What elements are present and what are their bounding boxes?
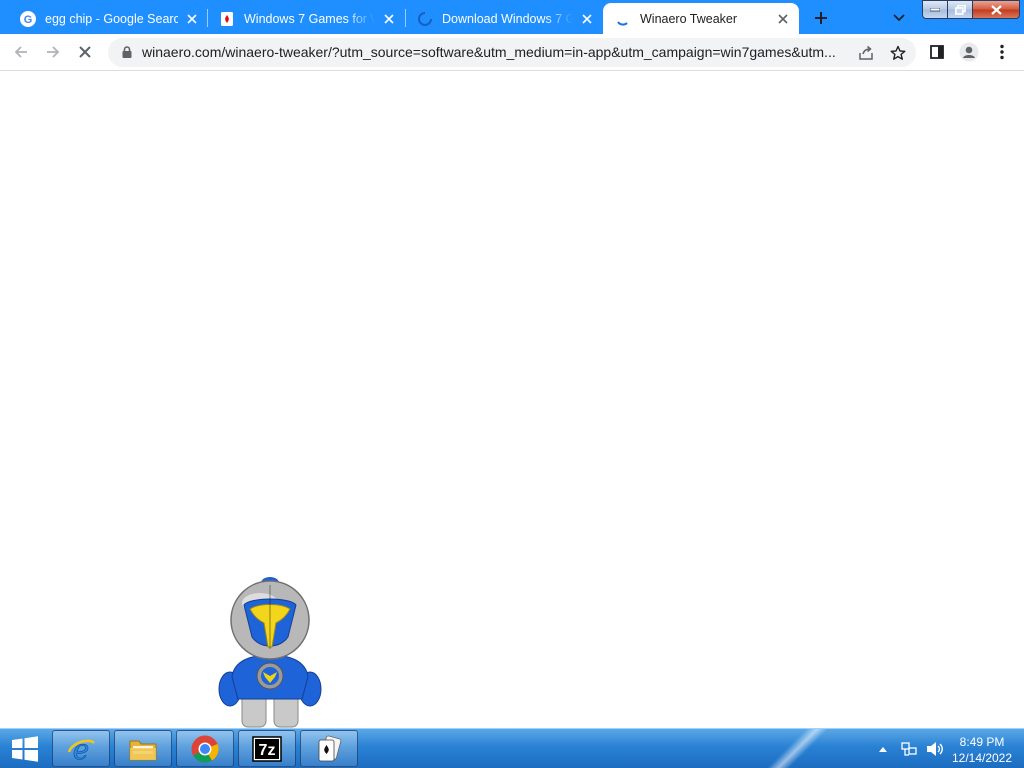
browser-toolbar: winaero.com/winaero-tweaker/?utm_source=…: [0, 34, 1024, 71]
svg-text:7z: 7z: [259, 742, 276, 759]
windows-taskbar: e 7z 8:49 PM 12/14/2022: [0, 728, 1024, 768]
close-tab-icon[interactable]: [381, 11, 397, 27]
tab-egg-chip-search[interactable]: G egg chip - Google Search: [8, 3, 208, 34]
network-icon: [901, 741, 917, 756]
stop-loading-icon: [79, 46, 91, 58]
tab-search-button[interactable]: [886, 5, 912, 31]
back-arrow-icon: [14, 46, 27, 58]
close-tab-icon[interactable]: [579, 11, 595, 27]
window-caption-buttons: [922, 0, 1020, 19]
windows-logo-icon: [12, 735, 38, 762]
tab-title: egg chip - Google Search: [45, 11, 178, 26]
volume-icon: [927, 741, 943, 756]
network-tray-icon[interactable]: [898, 738, 920, 760]
lock-icon[interactable]: [120, 45, 134, 59]
taskbar-file-explorer[interactable]: [114, 730, 172, 767]
chrome-icon: [191, 735, 219, 762]
clock-date: 12/14/2022: [951, 751, 1013, 765]
bookmark-button[interactable]: [887, 42, 909, 64]
google-icon: G: [20, 10, 36, 27]
address-bar[interactable]: winaero.com/winaero-tweaker/?utm_source=…: [108, 38, 916, 67]
side-panel-icon: [930, 45, 944, 59]
tab-download-windows7-games[interactable]: Download Windows 7 Games: [405, 3, 603, 34]
clock-time: 8:49 PM: [959, 735, 1005, 749]
minimize-icon: [930, 7, 940, 11]
profile-avatar-icon: [959, 42, 979, 62]
share-icon: [859, 45, 873, 60]
back-button[interactable]: [8, 39, 34, 65]
volume-tray-icon[interactable]: [924, 738, 946, 760]
chevron-down-icon: [893, 14, 905, 22]
taskbar-7zip[interactable]: 7z: [238, 730, 296, 767]
solitaire-icon: [318, 735, 342, 761]
taskbar-solitaire[interactable]: [300, 730, 358, 767]
loading-spinner-icon: [417, 11, 433, 27]
star-icon: [890, 45, 906, 60]
new-tab-button[interactable]: [808, 5, 834, 31]
more-vert-icon: [1000, 44, 1004, 60]
forward-arrow-icon: [47, 46, 60, 58]
close-tab-icon[interactable]: [775, 11, 791, 27]
start-button[interactable]: [0, 729, 50, 768]
side-panel-button[interactable]: [924, 39, 950, 65]
tab-winaero-tweaker[interactable]: Winaero Tweaker: [603, 3, 799, 34]
minimize-button[interactable]: [922, 0, 948, 19]
stop-loading-button[interactable]: [72, 39, 98, 65]
system-tray: [872, 729, 950, 768]
tab-title: Windows 7 Games for Windows: [244, 11, 375, 26]
show-hidden-icons-button[interactable]: [872, 738, 894, 760]
close-window-button[interactable]: [973, 0, 1020, 19]
plus-icon: [815, 12, 827, 24]
close-tab-icon[interactable]: [184, 11, 200, 27]
taskbar-internet-explorer[interactable]: e: [52, 730, 110, 767]
svg-text:e: e: [73, 734, 90, 764]
browser-tab-strip: G egg chip - Google Search Windows 7 Gam…: [0, 0, 1024, 34]
restore-button[interactable]: [948, 0, 973, 19]
tray-arrow-up-icon: [879, 746, 887, 752]
internet-explorer-icon: e: [67, 734, 95, 764]
taskbar-highlight: [760, 729, 830, 768]
loading-spinner-icon: [615, 11, 631, 27]
svg-text:G: G: [24, 14, 33, 26]
7zip-icon: 7z: [252, 735, 282, 762]
restore-icon: [954, 4, 966, 15]
tab-title: Download Windows 7 Games: [442, 11, 573, 26]
file-explorer-icon: [129, 740, 157, 760]
share-button[interactable]: [855, 42, 877, 64]
tab-windows7-games[interactable]: Windows 7 Games for Windows: [207, 3, 405, 34]
taskbar-clock[interactable]: 8:49 PM 12/14/2022: [944, 734, 1020, 766]
forward-button[interactable]: [40, 39, 66, 65]
taskbar-chrome[interactable]: [176, 730, 234, 767]
url-text[interactable]: winaero.com/winaero-tweaker/?utm_source=…: [142, 44, 847, 60]
close-icon: [990, 4, 1002, 15]
chrome-menu-button[interactable]: [989, 39, 1015, 65]
page-content: [0, 71, 1024, 728]
winaero-robot-mascot: [218, 577, 322, 728]
profile-button[interactable]: [956, 39, 982, 65]
solitaire-card-icon: [219, 11, 235, 27]
tab-title: Winaero Tweaker: [640, 11, 738, 26]
